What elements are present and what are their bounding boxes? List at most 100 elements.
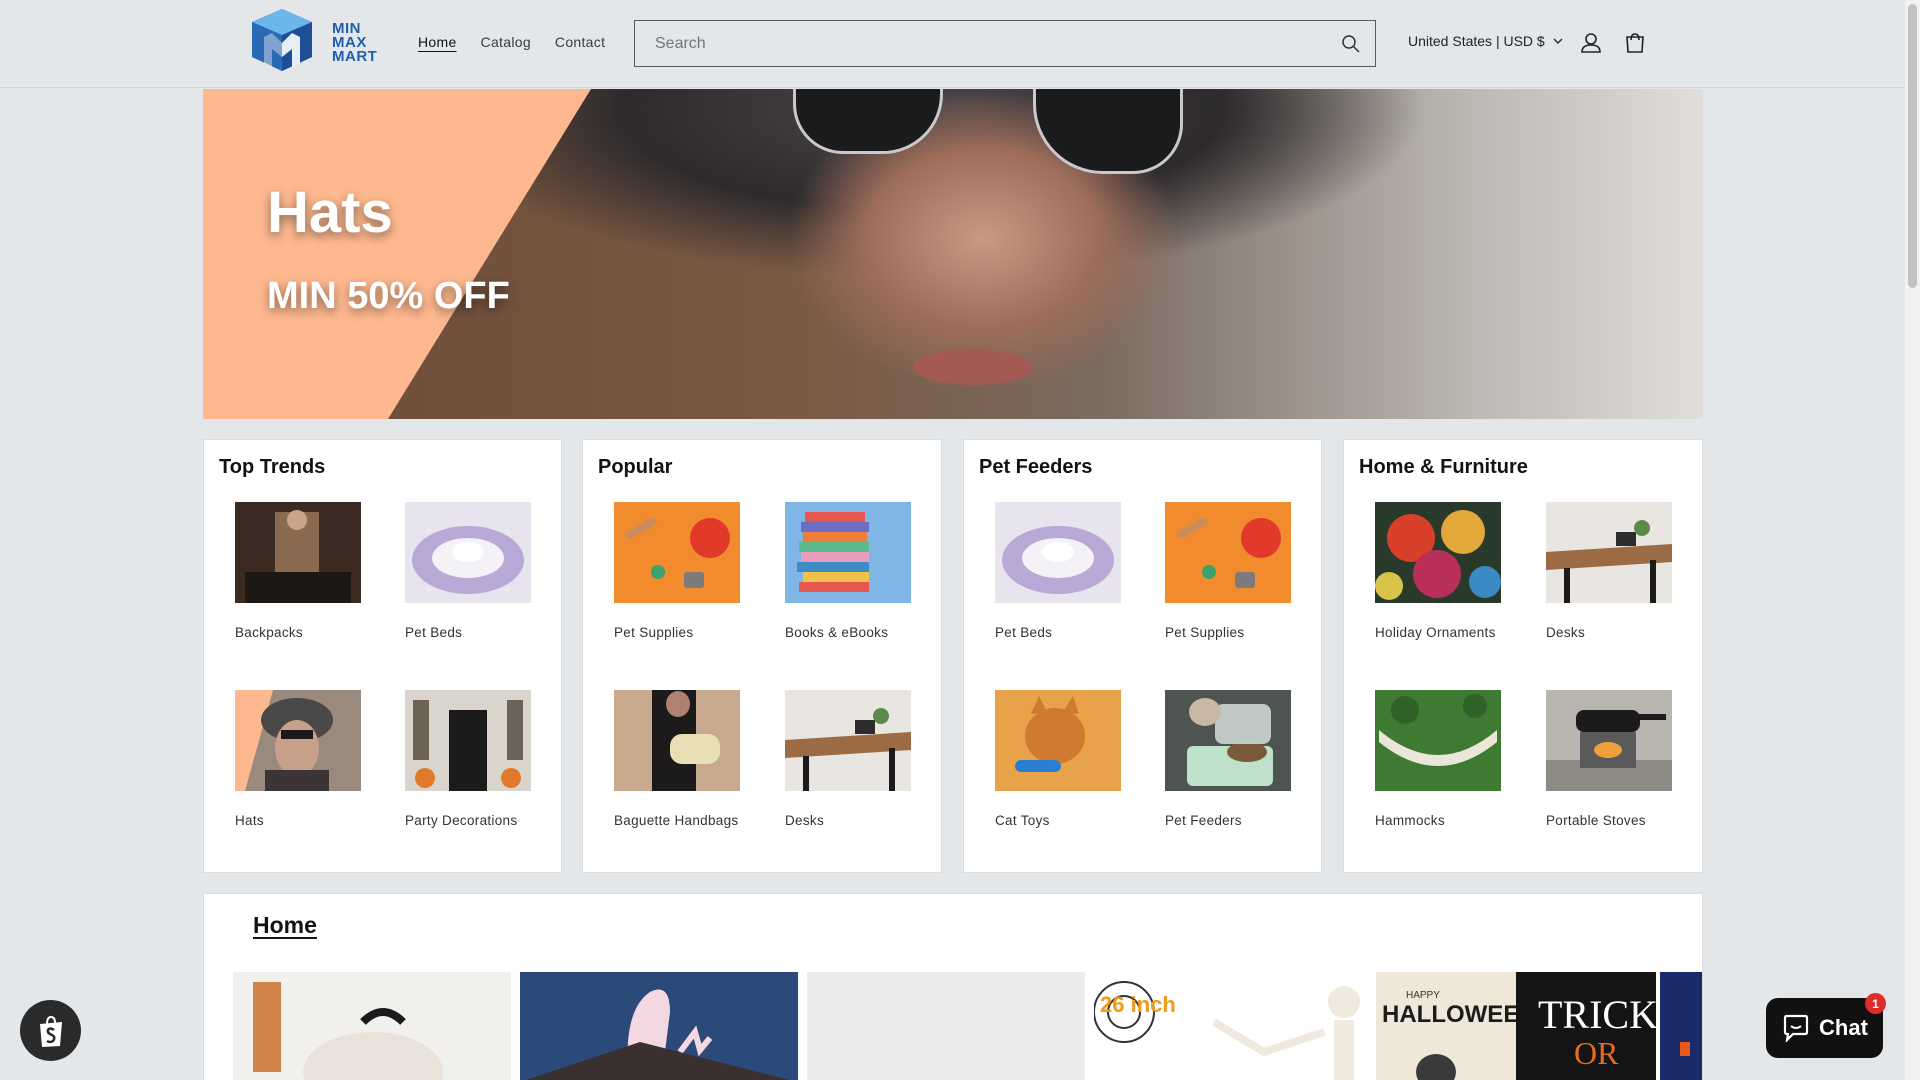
card-title: Pet Feeders [979,456,1093,478]
category-tile[interactable]: Pet Beds [405,502,535,640]
category-tile[interactable]: Desks [1546,502,1676,640]
product-card[interactable]: HAPPY HALLOWEEN [1376,972,1516,1080]
tile-label: Desks [1546,625,1586,640]
party-decorations-image [405,690,531,791]
product-card[interactable] [520,972,798,1080]
tile-label: Hats [235,813,264,828]
section-title[interactable]: Home [253,912,317,939]
product-card[interactable] [233,972,511,1080]
category-tile[interactable]: Pet Supplies [1165,502,1295,640]
product-image-skeleton: 26 inch [1094,972,1372,1080]
logo-text: MIN MAX MART [332,20,378,65]
nav-home-link[interactable]: Home [418,34,457,50]
product-label-or: OR [1574,1035,1619,1071]
tile-label: Pet Supplies [614,625,694,640]
account-icon[interactable] [1578,30,1604,56]
tile-label: Pet Beds [995,625,1053,640]
category-tile[interactable]: Pet Beds [995,502,1125,640]
card-title: Home & Furniture [1359,456,1528,478]
chat-label: Chat [1819,1015,1868,1040]
category-tile[interactable]: Party Decorations [405,690,535,828]
product-image-ghost [520,972,798,1080]
cat-toy-image [995,690,1121,791]
stove-image [1546,690,1672,791]
tile-label: Backpacks [235,625,303,640]
tile-label: Holiday Ornaments [1375,625,1496,640]
ornaments-image [1375,502,1501,603]
home-collection-section: Home 26 inch HAPPY HALLOWE TRICK OR [203,893,1703,1080]
pet-feeder-image [1165,690,1291,791]
category-tile[interactable]: Desks [785,690,915,828]
store-logo[interactable]: MIN MAX MART [250,7,380,81]
pet-supplies-image [1165,502,1291,603]
logo-cube-icon [252,9,312,71]
page-scrollbar[interactable] [1905,0,1920,1080]
category-card-popular: Popular Pet Supplies Books & eBooks Bagu… [582,439,942,873]
tile-label: Hammocks [1375,813,1445,828]
tile-label: Desks [785,813,825,828]
chevron-down-icon [1553,38,1563,44]
product-card[interactable] [1660,972,1702,1080]
nav-catalog-link[interactable]: Catalog [481,34,531,50]
product-image-placeholder [807,972,1085,1080]
category-tile[interactable]: Hats [235,690,365,828]
tile-label: Pet Feeders [1165,813,1242,828]
books-image [785,502,911,603]
category-tile[interactable]: Holiday Ornaments [1375,502,1505,640]
cart-icon[interactable] [1622,30,1648,56]
category-card-top-trends: Top Trends Backpacks Pet Beds Hats Party… [203,439,562,873]
category-tile[interactable]: Portable Stoves [1546,690,1676,828]
category-tile[interactable]: Backpacks [235,502,365,640]
chat-unread-badge: 1 [1865,993,1886,1014]
tile-label: Portable Stoves [1546,813,1646,828]
search-box [634,20,1376,67]
category-tile[interactable]: Pet Supplies [614,502,744,640]
tile-label: Baguette Handbags [614,813,739,828]
tile-label: Cat Toys [995,813,1050,828]
product-image-halloween-pillow: HAPPY HALLOWEEN [1376,972,1516,1080]
product-label-trick: TRICK [1538,992,1656,1037]
country-currency-selector[interactable]: United States | USD $ [1408,33,1563,49]
chat-bubble-icon [1783,1014,1809,1042]
search-input[interactable] [635,21,1375,66]
product-image-night-house [1660,972,1702,1080]
main-nav: Home Catalog Contact [418,34,605,50]
product-card[interactable]: 26 inch [1094,972,1372,1080]
search-icon[interactable] [1341,34,1361,54]
card-title: Popular [598,456,673,478]
shopify-bag-icon [39,1015,62,1047]
hammock-image [1375,690,1501,791]
card-title: Top Trends [219,456,326,478]
shopify-badge[interactable] [20,1000,81,1061]
product-image-pumpkin-jar [233,972,511,1080]
product-image-trick-pillow: TRICK OR [1516,972,1656,1080]
tile-label: Party Decorations [405,813,518,828]
pet-bed-image [995,502,1121,603]
product-label-halloween: HALLOWEEN [1382,1001,1516,1028]
pet-supplies-image [614,502,740,603]
category-tile[interactable]: Hammocks [1375,690,1505,828]
desk-image [1546,502,1672,603]
hat-image [235,690,361,791]
tile-label: Pet Beds [405,625,463,640]
site-header: MIN MAX MART Home Catalog Contact United… [0,0,1905,88]
scrollbar-thumb[interactable] [1908,4,1917,288]
locale-label: United States | USD $ [1408,33,1545,49]
category-tile[interactable]: Cat Toys [995,690,1125,828]
category-card-home-furniture: Home & Furniture Holiday Ornaments Desks… [1343,439,1703,873]
category-card-pet-feeders: Pet Feeders Pet Beds Pet Supplies Cat To… [963,439,1322,873]
category-tile[interactable]: Baguette Handbags [614,690,744,828]
product-label-size: 26 inch [1100,992,1176,1017]
desk-image [785,690,911,791]
product-card[interactable] [807,972,1085,1080]
product-label-happy: HAPPY [1406,990,1440,1001]
hero-mouth [913,349,1033,385]
hero-subtitle: MIN 50% OFF [267,275,510,317]
category-tile[interactable]: Books & eBooks [785,502,915,640]
nav-contact-link[interactable]: Contact [555,34,605,50]
hero-banner[interactable]: Hats MIN 50% OFF [203,89,1703,419]
category-tile[interactable]: Pet Feeders [1165,690,1295,828]
hero-title: Hats [267,180,393,245]
handbag-image [614,690,740,791]
product-card[interactable]: TRICK OR [1516,972,1656,1080]
